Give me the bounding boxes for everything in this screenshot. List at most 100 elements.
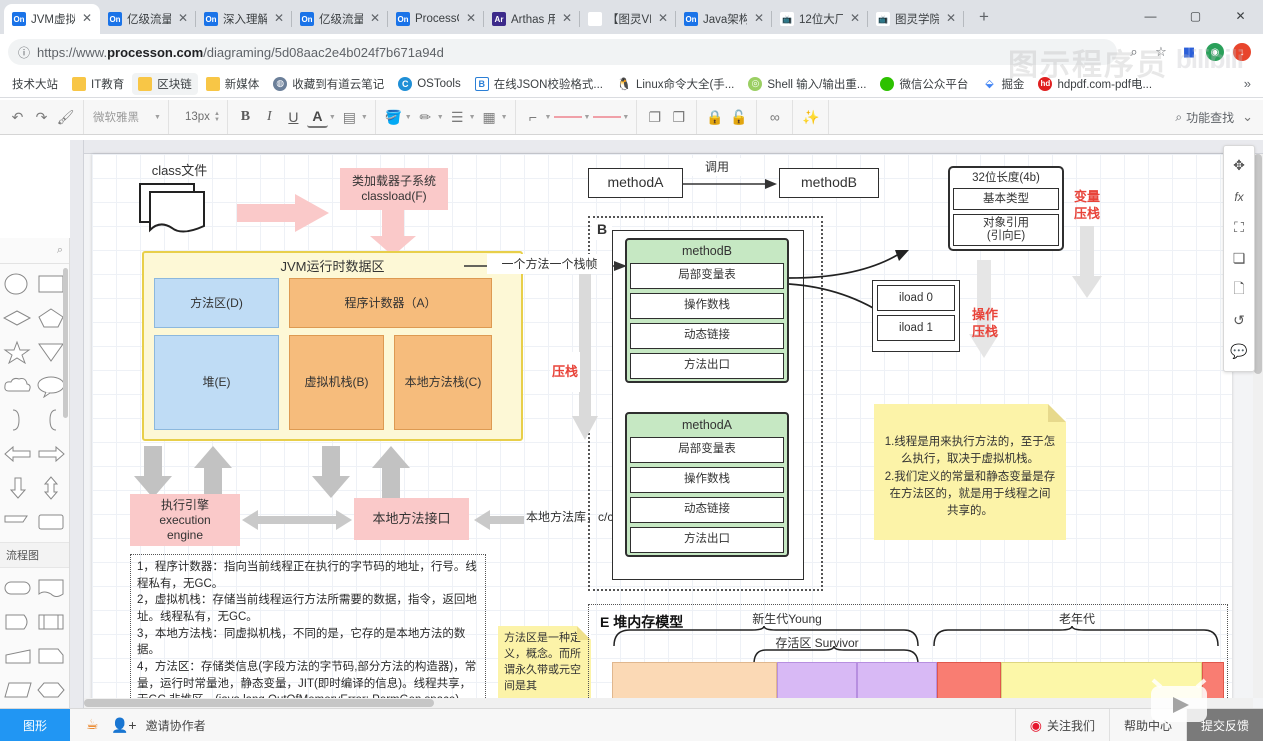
tab-close-icon[interactable]: ✕ [752,12,766,26]
frame-part-local-vars[interactable]: 局部变量表 [630,262,784,289]
shape-hexagon-icon[interactable] [36,674,68,706]
shape-tab-button[interactable]: 图形 [0,709,70,741]
shape-diamond-icon[interactable] [2,302,34,334]
bold-button[interactable]: B [235,106,256,128]
chevron-down-icon[interactable]: ▼ [583,114,590,121]
send-to-back-icon[interactable]: ❒ [668,106,689,128]
format-painter-icon[interactable]: 🖌 [55,106,76,128]
shape-rounded-rect-icon[interactable] [36,506,68,538]
shape-arrow-left-icon[interactable] [2,438,34,470]
formula-icon[interactable]: fx [1224,181,1254,212]
chevron-down-icon[interactable]: ▼ [437,114,444,121]
frame-part-dynamic-link[interactable]: 动态链接 [630,496,784,523]
bookmark-item[interactable]: IT教育 [66,73,130,95]
shape-arrow-right-icon[interactable] [36,438,68,470]
italic-button[interactable]: I [259,106,280,128]
bookmark-item[interactable]: 微信公众平台 [874,73,974,95]
bookmark-item[interactable]: hd hdpdf.com-pdf电... [1032,73,1158,95]
tab-close-icon[interactable]: ✕ [848,12,862,26]
slot-object-ref[interactable]: 对象引用 (引向E) [953,214,1059,247]
frame-part-dynamic-link[interactable]: 动态链接 [630,322,784,349]
browser-tab[interactable]: On 深入理解 ✕ [196,4,292,34]
methodA-call-box[interactable]: methodA [588,168,683,198]
sticky-note[interactable]: 1.线程是用来执行方法的，至于怎么执行，取决于虚拟机栈。 2.我们定义的常量和静… [874,404,1066,540]
execution-engine-box[interactable]: 执行引擎 execution engine [130,494,240,546]
chevron-down-icon[interactable]: ▼ [329,114,336,121]
extension-icon[interactable]: ▮▮ [1179,43,1197,61]
list-icon[interactable]: ☰ [447,106,468,128]
url-input[interactable]: ⓘ https://www.processon.com/diagraming/5… [8,39,1117,65]
pc-register-box[interactable]: 程序计数器（A） [289,278,492,328]
redo-icon[interactable]: ↷ [31,106,52,128]
minimize-button[interactable]: — [1128,0,1173,32]
tab-close-icon[interactable]: ✕ [464,12,478,26]
iload1-entry[interactable]: iload 1 [877,315,955,341]
shape-corner-icon[interactable] [2,506,34,538]
shape-delay-icon[interactable] [2,606,34,638]
chevron-down-icon[interactable]: ▼ [469,114,476,121]
browser-tab[interactable]: On 亿级流量 ✕ [292,4,388,34]
tab-close-icon[interactable]: ✕ [176,12,190,26]
lock-icon[interactable]: 🔒 [704,106,725,128]
browser-tab[interactable]: On Java架构 ✕ [676,4,772,34]
link-icon[interactable]: ∞ [764,106,785,128]
unlock-icon[interactable]: 🔓 [728,106,749,128]
download-red-icon[interactable]: ↓ [1233,43,1251,61]
chevron-down-icon[interactable]: ▼ [622,114,629,121]
font-color-button[interactable]: A [306,106,328,128]
methodB-call-box[interactable]: methodB [779,168,879,198]
avatar-green-icon[interactable]: ◉ [1206,43,1224,61]
shape-search-input[interactable]: ⌕ [0,238,69,264]
tab-close-icon[interactable]: ✕ [944,12,958,26]
browser-tab[interactable]: 📺 图灵学院 ✕ [868,4,964,34]
shape-predefined-process-icon[interactable] [36,606,68,638]
bookmark-item[interactable]: B 在线JSON校验格式... [469,73,609,95]
browser-tab[interactable]: 📺 12位大厂 ✕ [772,4,868,34]
palette-scrollbar[interactable] [63,268,68,418]
line-style-icon[interactable] [554,106,583,128]
tab-close-icon[interactable]: ✕ [656,12,670,26]
chevron-double-down-icon[interactable]: ⌄ [1242,109,1263,125]
bookmark-item[interactable]: C OSTools [392,74,466,94]
resize-icon[interactable]: ⛶ [1224,212,1254,243]
search-icon[interactable]: ⌕ [1125,43,1143,61]
native-stack-box[interactable]: 本地方法栈(C) [394,335,492,430]
maximize-button[interactable]: ▢ [1173,0,1218,32]
slot-basic-type[interactable]: 基本类型 [953,188,1059,211]
pen-icon[interactable]: ✏ [415,106,436,128]
underline-button[interactable]: U [283,106,304,128]
classloader-box[interactable]: 类加载器子系统classload(F) [340,168,448,210]
page-icon[interactable]: 🗋 [1224,274,1254,305]
invite-label[interactable]: 邀请协作者 [146,717,206,734]
frame-methodA[interactable]: methodA 局部变量表 操作数栈 动态链接 方法出口 [625,412,789,557]
close-button[interactable]: ✕ [1218,0,1263,32]
vm-stack-box[interactable]: 虚拟机栈(B) [289,335,384,430]
tab-close-icon[interactable]: ✕ [368,12,382,26]
bookmark-item[interactable]: ⬙ 掘金 [976,73,1030,95]
method-area-box[interactable]: 方法区(D) [154,278,279,328]
sticky-method-area[interactable]: 方法区是一种定义，概念。而所谓永久带或元空间是其 [498,626,591,706]
shape-arrow-down-icon[interactable] [2,472,34,504]
shape-parallelogram-icon[interactable] [2,674,34,706]
bookmark-item[interactable]: 技术大站 [6,73,64,95]
follow-us-button[interactable]: ◉ 关注我们 [1014,709,1109,741]
shape-trapezoid-icon[interactable] [2,640,34,672]
shape-brace-right-icon[interactable] [2,404,34,436]
shape-circle-icon[interactable] [2,268,34,300]
operand-stack-box[interactable]: iload 0 iload 1 [872,280,960,352]
bookmark-item[interactable]: ◍ 收藏到有道云笔记 [267,73,390,95]
slot-32bit-box[interactable]: 32位长度(4b) 基本类型 对象引用 (引向E) [948,166,1064,251]
native-interface-box[interactable]: 本地方法接口 [354,498,469,540]
bookmark-item[interactable]: ◎ Shell 输入/输出重... [742,73,872,95]
notes-block[interactable]: 1，程序计数器：指向当前线程正在执行的字节码的地址，行号。线程私有，无GC。 2… [130,554,486,702]
copy-icon[interactable]: ❏ [1224,243,1254,274]
history-icon[interactable]: ↺ [1224,305,1254,336]
fill-bucket-icon[interactable]: 🪣 [383,106,404,128]
magic-wand-icon[interactable]: ✨ [800,106,821,128]
font-family-select[interactable]: 微软雅黑 [91,109,153,125]
tab-close-icon[interactable]: ✕ [560,12,574,26]
shape-cut-corner-icon[interactable] [36,640,68,672]
frame-part-operand-stack[interactable]: 操作数栈 [630,292,784,319]
browser-tab[interactable]: On 亿级流量 ✕ [100,4,196,34]
browser-tab[interactable]: Ar Arthas 用 ✕ [484,4,580,34]
